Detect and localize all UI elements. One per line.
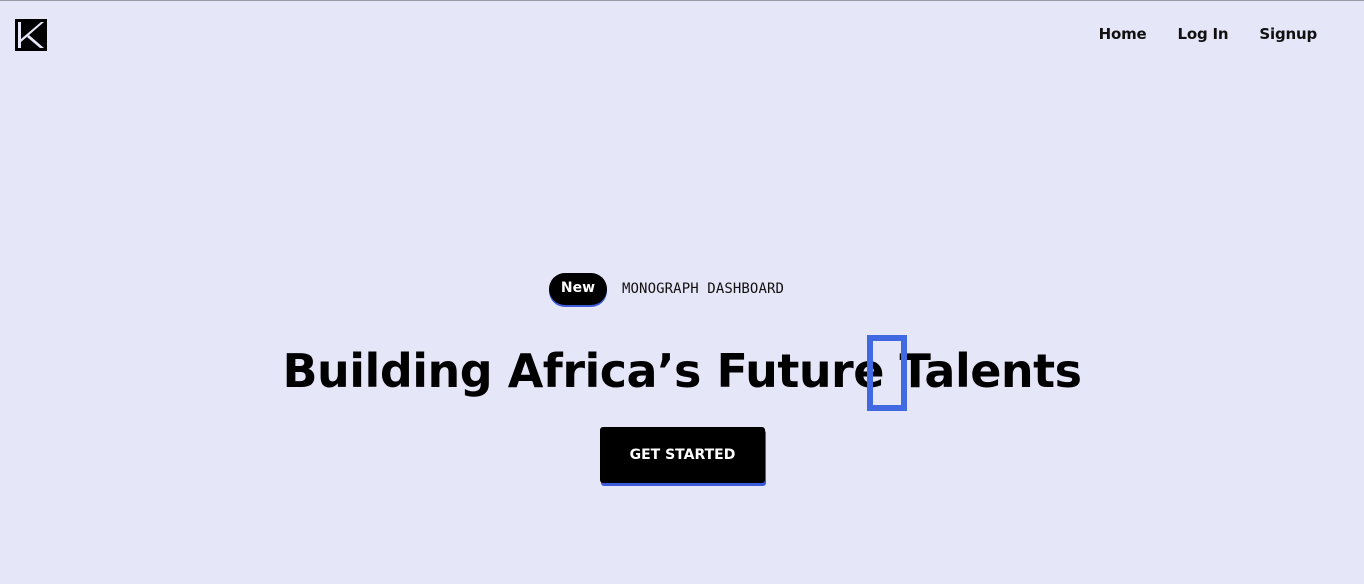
headline-wrapper: Building Africa’s Future Talents bbox=[0, 339, 1364, 403]
hero-headline: Building Africa’s Future Talents bbox=[282, 344, 1082, 398]
get-started-button[interactable]: GET STARTED bbox=[600, 427, 765, 483]
hero-section: New MONOGRAPH DASHBOARD Building Africa’… bbox=[0, 1, 1364, 584]
announcement-row: New MONOGRAPH DASHBOARD bbox=[549, 273, 784, 305]
new-badge: New bbox=[549, 273, 607, 305]
announcement-label: MONOGRAPH DASHBOARD bbox=[622, 281, 785, 297]
